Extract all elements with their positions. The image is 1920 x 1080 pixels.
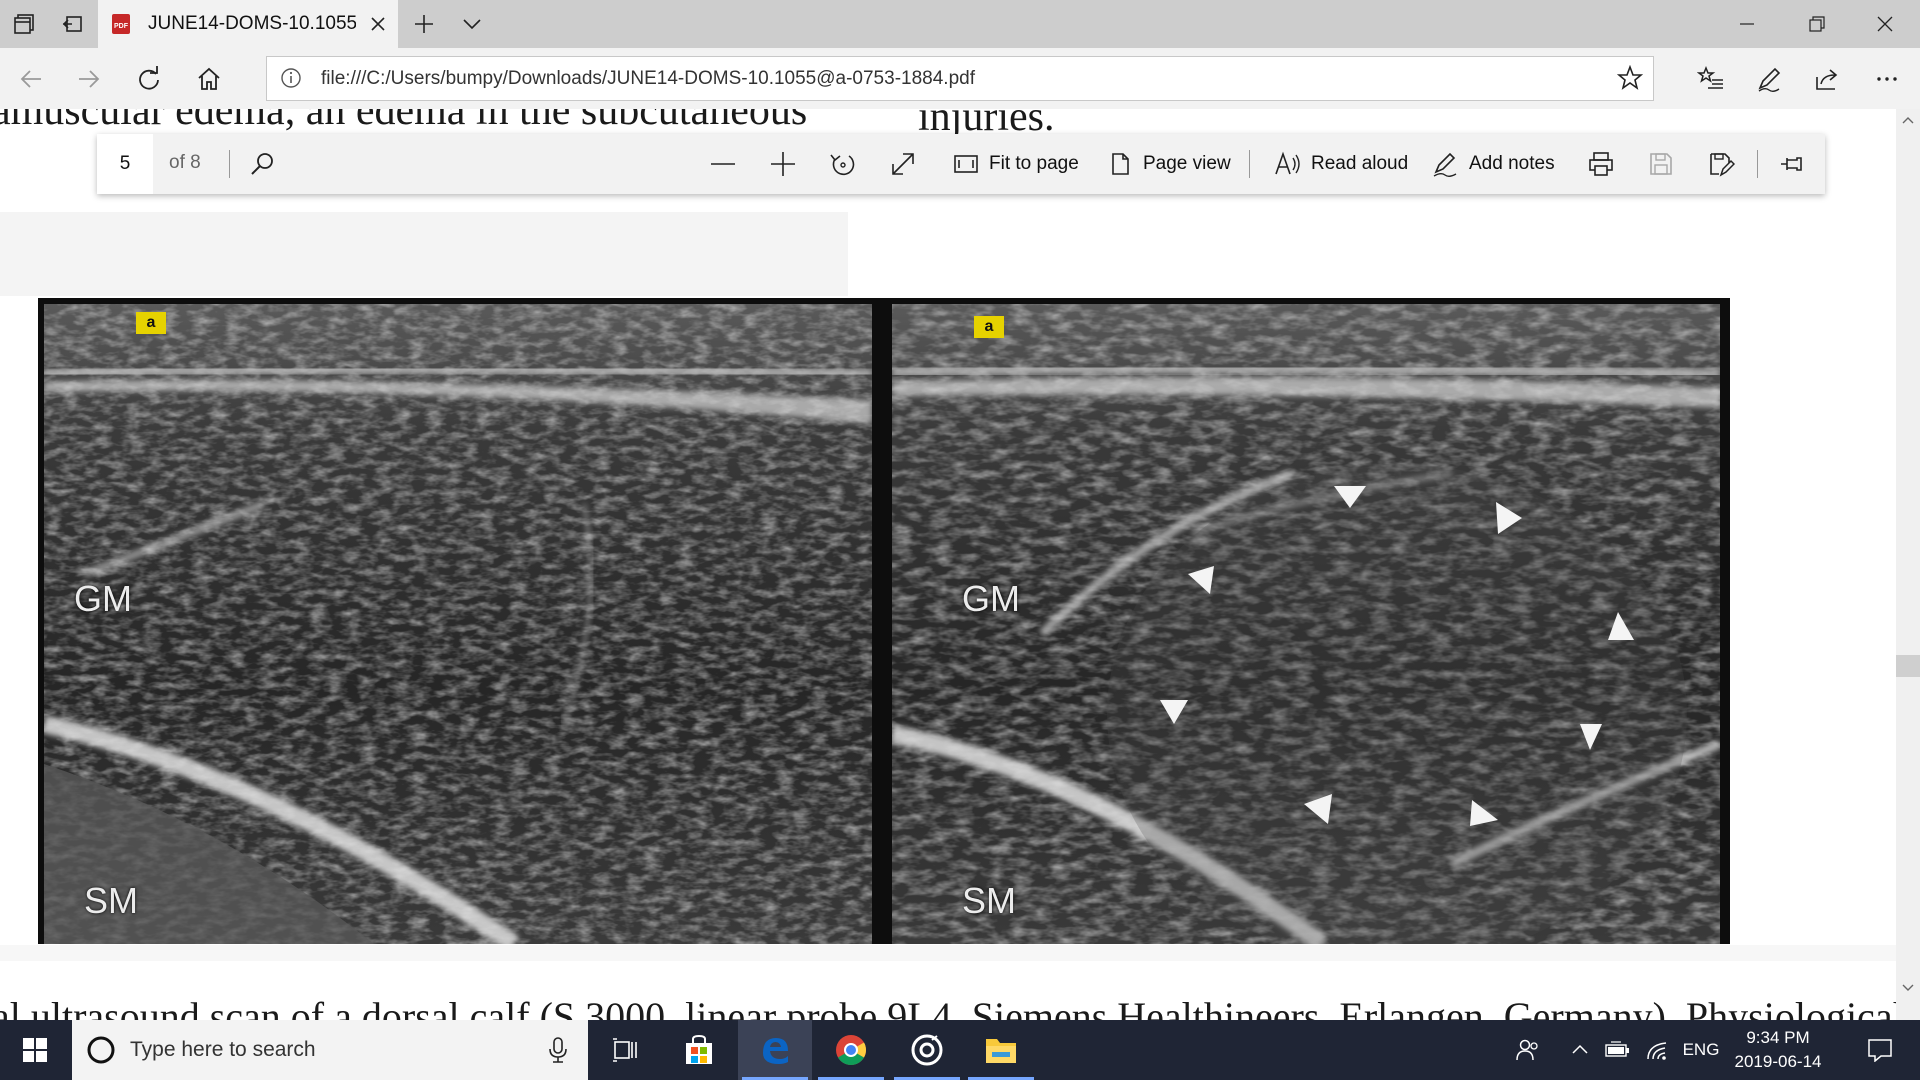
people-icon[interactable] — [1508, 1020, 1548, 1080]
address-bar[interactable]: file:///C:/Users/bumpy/Downloads/JUNE14-… — [266, 56, 1654, 101]
clock-date: 2019-06-14 — [1734, 1052, 1822, 1071]
close-tab-icon[interactable] — [364, 10, 392, 38]
page-view-label: Page view — [1143, 153, 1231, 174]
action-center-icon[interactable] — [1852, 1020, 1908, 1080]
scrollbar-thumb[interactable] — [1896, 655, 1920, 677]
pdf-file-icon: PDF — [110, 13, 132, 35]
label-sm: SM — [84, 880, 138, 921]
add-notes-button[interactable]: Add notes — [1431, 134, 1555, 194]
ultrasound-figure: a GM SM a GM SM — [38, 298, 1730, 944]
zoom-out-icon[interactable] — [709, 134, 737, 194]
read-aloud-button[interactable]: Read aloud — [1273, 134, 1408, 194]
page-number-input[interactable]: 5 — [97, 134, 153, 194]
more-options-icon[interactable] — [1862, 54, 1912, 104]
tab-bar: PDF JUNE14-DOMS-10.1055 — [0, 0, 1920, 48]
taskbar-search-box[interactable]: Type here to search — [72, 1020, 588, 1080]
print-icon[interactable] — [1587, 134, 1615, 194]
task-view-icon[interactable] — [588, 1020, 662, 1080]
tab-pdf-document[interactable]: PDF JUNE14-DOMS-10.1055 — [98, 0, 398, 48]
groove-music-icon[interactable] — [890, 1020, 964, 1080]
ultrasound-panel-right: a GM SM — [892, 304, 1720, 944]
restore-icon[interactable] — [1782, 0, 1852, 48]
forward-arrow-icon[interactable] — [64, 54, 114, 104]
file-explorer-icon[interactable] — [964, 1020, 1038, 1080]
favorite-star-icon[interactable] — [1617, 65, 1643, 91]
full-screen-icon[interactable] — [889, 134, 917, 194]
battery-icon[interactable] — [1600, 1020, 1636, 1080]
tab-manager-icon[interactable] — [0, 0, 48, 48]
share-icon[interactable] — [1802, 54, 1852, 104]
add-notes-label: Add notes — [1469, 153, 1555, 174]
save-as-icon[interactable] — [1707, 134, 1735, 194]
vertical-scrollbar[interactable] — [1896, 109, 1920, 1022]
tab-preview-chevron-icon[interactable] — [448, 0, 496, 48]
document-text-caption: al ultrasound scan of a dorsal calf (S 3… — [0, 994, 1896, 1022]
svg-text:PDF: PDF — [114, 23, 129, 30]
microsoft-store-icon[interactable] — [662, 1020, 736, 1080]
label-sm: SM — [962, 880, 1016, 921]
read-aloud-label: Read aloud — [1311, 153, 1409, 174]
search-icon[interactable] — [249, 134, 277, 194]
chrome-browser-icon[interactable] — [814, 1020, 888, 1080]
pdf-toolbar: 5 of 8 Fit to page Page view Read aloud … — [97, 134, 1825, 194]
fit-to-page-icon — [954, 155, 978, 173]
scroll-down-icon[interactable] — [1902, 981, 1914, 993]
page-count: of 8 — [169, 152, 201, 173]
new-tab-icon[interactable] — [400, 0, 448, 48]
ultrasound-panel-left: a GM SM — [44, 304, 872, 944]
toolbar-divider — [1757, 150, 1758, 178]
pen-web-note-icon[interactable] — [1744, 54, 1794, 104]
page-view-icon — [1112, 153, 1129, 175]
show-hidden-icons-chevron-icon[interactable] — [1564, 1020, 1596, 1080]
minimize-icon[interactable] — [1712, 0, 1782, 48]
windows-start-icon[interactable] — [0, 1020, 70, 1080]
taskbar: Type here to search ENG 9:34 PM 2019-06-… — [0, 1020, 1920, 1080]
save-icon[interactable] — [1647, 134, 1675, 194]
panel-letter: a — [136, 312, 166, 334]
pin-toolbar-icon[interactable] — [1779, 134, 1807, 194]
system-clock[interactable]: 9:34 PM 2019-06-14 — [1720, 1026, 1836, 1074]
label-gm: GM — [962, 578, 1020, 619]
home-icon[interactable] — [184, 54, 234, 104]
read-aloud-icon — [1275, 151, 1300, 175]
back-arrow-icon[interactable] — [6, 54, 56, 104]
rotate-icon[interactable] — [829, 134, 857, 194]
fit-to-page-button[interactable]: Fit to page — [953, 134, 1079, 194]
refresh-icon[interactable] — [124, 54, 174, 104]
wifi-icon[interactable] — [1640, 1020, 1676, 1080]
toolbar-divider — [1249, 150, 1250, 178]
search-placeholder: Type here to search — [130, 1038, 316, 1061]
edge-browser-icon[interactable] — [738, 1020, 812, 1080]
add-notes-icon — [1433, 152, 1457, 177]
favorites-hub-icon[interactable] — [1686, 54, 1736, 104]
page-view-button[interactable]: Page view — [1107, 134, 1231, 194]
page-gap — [0, 945, 1896, 961]
language-indicator[interactable]: ENG — [1678, 1020, 1724, 1080]
site-info-icon[interactable] — [279, 66, 303, 90]
document-text-top-left: amuscular edema, an edema in the subcuta… — [0, 109, 808, 134]
label-gm: GM — [74, 578, 132, 619]
set-aside-tabs-icon[interactable] — [48, 0, 96, 48]
close-window-icon[interactable] — [1850, 0, 1920, 48]
toolbar-divider — [229, 150, 230, 178]
cortana-circle-icon — [87, 1036, 115, 1064]
url-text[interactable]: file:///C:/Users/bumpy/Downloads/JUNE14-… — [321, 68, 975, 90]
scroll-up-icon[interactable] — [1902, 115, 1914, 127]
microphone-icon — [549, 1037, 567, 1063]
zoom-in-icon[interactable] — [769, 134, 797, 194]
panel-letter: a — [974, 316, 1004, 338]
navigation-bar: file:///C:/Users/bumpy/Downloads/JUNE14-… — [0, 48, 1920, 109]
fit-to-page-label: Fit to page — [989, 153, 1079, 174]
tab-title: JUNE14-DOMS-10.1055 — [148, 13, 356, 34]
clock-time: 9:34 PM — [1746, 1028, 1810, 1047]
